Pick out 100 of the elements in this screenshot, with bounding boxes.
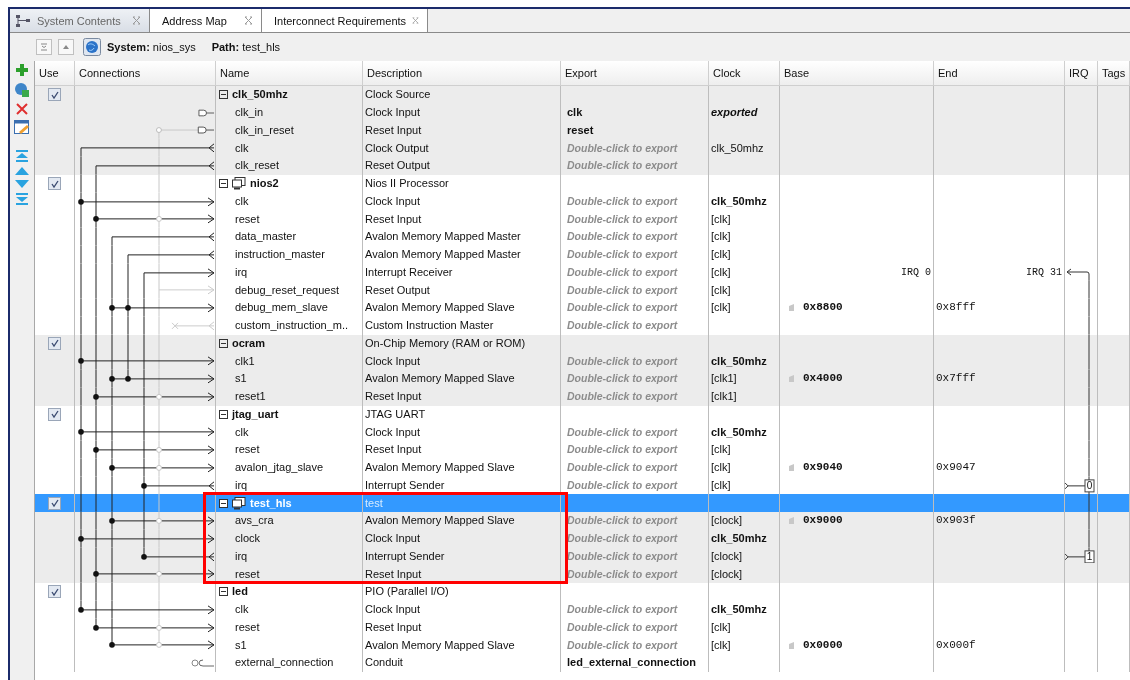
- globe-icon: [83, 38, 101, 56]
- interface-name: instruction_master: [234, 248, 325, 262]
- edit-icon[interactable]: [14, 120, 30, 135]
- up-button[interactable]: [58, 39, 74, 55]
- export-cell[interactable]: reset: [567, 123, 594, 137]
- delete-icon[interactable]: [16, 103, 28, 115]
- clock-cell: [clk1]: [711, 390, 737, 404]
- tab[interactable]: System Contents: [10, 9, 150, 32]
- interface-description: Conduit: [365, 656, 403, 670]
- export-cell[interactable]: Double-click to export: [567, 461, 678, 475]
- column-header[interactable]: Clock: [709, 61, 780, 86]
- clock-cell: [clk]: [711, 283, 731, 297]
- add-icon[interactable]: [15, 63, 29, 77]
- column-header[interactable]: Description: [363, 61, 561, 86]
- export-cell[interactable]: Double-click to export: [567, 354, 678, 368]
- module-name: jtag_uart: [232, 407, 279, 421]
- base-address: 0x9000: [803, 514, 843, 528]
- column-header[interactable]: Connections: [75, 61, 216, 86]
- export-cell[interactable]: Double-click to export: [567, 283, 678, 297]
- export-cell[interactable]: Double-click to export: [567, 638, 678, 652]
- module-description: Clock Source: [365, 88, 431, 102]
- export-cell[interactable]: Double-click to export: [567, 425, 678, 439]
- export-cell[interactable]: Double-click to export: [567, 301, 678, 315]
- clock-cell: clk_50mhz: [711, 425, 767, 439]
- use-checkbox[interactable]: [48, 177, 61, 191]
- move-up-icon[interactable]: [15, 167, 29, 175]
- export-cell[interactable]: Double-click to export: [567, 390, 678, 404]
- interface-description: Reset Output: [365, 283, 430, 297]
- interface-description: Interrupt Receiver: [365, 265, 453, 279]
- move-bottom-icon[interactable]: [15, 193, 29, 205]
- interface-description: Avalon Memory Mapped Master: [365, 248, 521, 262]
- module-name: led: [232, 585, 248, 599]
- interface-name: custom_instruction_m..: [234, 319, 349, 333]
- system-label: System: nios_sys: [107, 41, 196, 53]
- interface-description: Reset Input: [365, 212, 422, 226]
- column-header[interactable]: Export: [561, 61, 709, 86]
- base-address: 0x0000: [803, 638, 843, 652]
- collapse-icon[interactable]: [219, 179, 228, 189]
- use-checkbox[interactable]: [48, 585, 61, 599]
- column-header[interactable]: IRQ: [1065, 61, 1098, 86]
- use-checkbox[interactable]: [48, 88, 61, 102]
- interface-name: reset: [234, 567, 260, 581]
- irq-number: 0: [1084, 478, 1095, 492]
- collapse-icon[interactable]: [219, 90, 228, 100]
- component-icon[interactable]: [14, 82, 30, 98]
- column-header[interactable]: Tags: [1098, 61, 1130, 86]
- export-cell[interactable]: Double-click to export: [567, 372, 678, 386]
- end-address: 0x8fff: [936, 301, 976, 315]
- export-cell[interactable]: Double-click to export: [567, 514, 678, 528]
- export-cell[interactable]: Double-click to export: [567, 265, 678, 279]
- export-cell[interactable]: Double-click to export: [567, 212, 678, 226]
- collapse-icon[interactable]: [219, 409, 228, 419]
- interface-description: Interrupt Sender: [365, 549, 445, 563]
- use-checkbox[interactable]: [48, 407, 61, 421]
- export-cell[interactable]: clk: [567, 106, 583, 120]
- interface-name: clk_in: [234, 106, 264, 120]
- module-description: On-Chip Memory (RAM or ROM): [365, 336, 526, 350]
- tab[interactable]: Address Map: [150, 9, 262, 32]
- export-cell[interactable]: Double-click to export: [567, 478, 678, 492]
- interface-description: Reset Input: [365, 390, 422, 404]
- column-header[interactable]: Use: [35, 61, 75, 86]
- column-header[interactable]: Base: [780, 61, 934, 86]
- tab[interactable]: Interconnect Requirements: [262, 9, 428, 32]
- export-cell[interactable]: Double-click to export: [567, 248, 678, 262]
- interface-name: debug_reset_request: [234, 283, 339, 297]
- interface-name: reset1: [234, 390, 266, 404]
- export-cell[interactable]: Double-click to export: [567, 159, 678, 173]
- collapse-icon[interactable]: [219, 587, 228, 597]
- export-cell[interactable]: Double-click to export: [567, 319, 678, 333]
- module-row[interactable]: test_hls test: [35, 494, 1130, 512]
- collapse-icon[interactable]: [219, 498, 228, 508]
- interface-name: clk_in_reset: [234, 123, 294, 137]
- module-description: test: [365, 496, 383, 510]
- use-checkbox[interactable]: [48, 336, 61, 350]
- column-header[interactable]: Name: [216, 61, 363, 86]
- export-cell[interactable]: Double-click to export: [567, 194, 678, 208]
- export-cell[interactable]: led_external_connection: [567, 656, 696, 670]
- column-header[interactable]: End: [934, 61, 1065, 86]
- export-cell[interactable]: Double-click to export: [567, 141, 678, 155]
- module-row[interactable]: clk_50mhz Clock Source: [35, 86, 1130, 104]
- use-checkbox[interactable]: [48, 496, 61, 510]
- close-icon[interactable]: [132, 16, 141, 25]
- export-cell[interactable]: Double-click to export: [567, 443, 678, 457]
- interface-description: Clock Input: [365, 106, 421, 120]
- clock-cell: [clk]: [711, 230, 731, 244]
- export-cell[interactable]: Double-click to export: [567, 549, 678, 563]
- interface-description: Clock Input: [365, 354, 421, 368]
- tree-icon: [15, 13, 31, 28]
- export-cell[interactable]: Double-click to export: [567, 603, 678, 617]
- collapse-all-button[interactable]: [36, 39, 52, 55]
- move-down-icon[interactable]: [15, 180, 29, 188]
- close-icon[interactable]: [244, 16, 253, 25]
- export-cell[interactable]: Double-click to export: [567, 532, 678, 546]
- export-cell[interactable]: Double-click to export: [567, 620, 678, 634]
- close-icon[interactable]: [412, 16, 419, 25]
- collapse-icon[interactable]: [219, 338, 228, 348]
- move-top-icon[interactable]: [15, 150, 29, 162]
- interface-name: clk_reset: [234, 159, 280, 173]
- export-cell[interactable]: Double-click to export: [567, 230, 678, 244]
- export-cell[interactable]: Double-click to export: [567, 567, 678, 581]
